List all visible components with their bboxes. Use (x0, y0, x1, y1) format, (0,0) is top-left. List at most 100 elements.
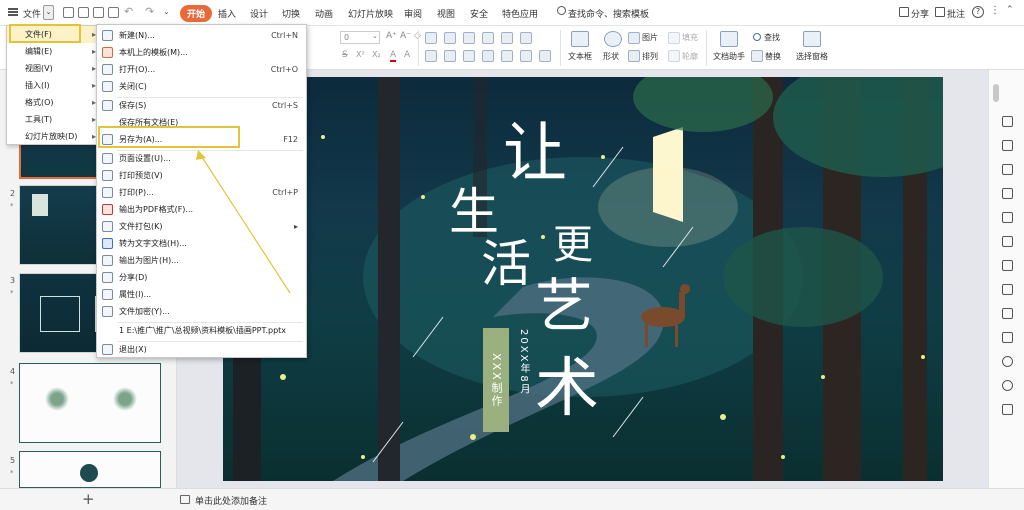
replace-icon[interactable] (751, 50, 763, 62)
command-search[interactable]: 查找命令、搜索模板 (568, 7, 649, 20)
layout-icon[interactable] (1002, 284, 1013, 295)
share-button[interactable]: 分享 (911, 7, 929, 20)
file-dropdown-toggle[interactable]: ⌄ (43, 5, 54, 20)
menu-format[interactable]: 格式(O) ▸ (7, 94, 102, 111)
align-right-icon[interactable] (463, 50, 475, 62)
undo-icon[interactable]: ↶ (124, 5, 133, 18)
tab-special-apps[interactable]: 特色应用 (502, 7, 538, 20)
bag-icon[interactable] (1002, 404, 1013, 415)
doc-assistant-button[interactable]: 文档助手 (713, 51, 745, 62)
redo-icon[interactable]: ↷ (145, 5, 154, 18)
find-button[interactable]: 查找 (764, 32, 780, 43)
increase-indent-icon[interactable] (482, 32, 494, 44)
outline-button[interactable]: 轮廓 (682, 51, 698, 62)
adjust-icon[interactable] (1002, 212, 1013, 223)
replace-button[interactable]: 替换 (765, 51, 781, 62)
tab-security[interactable]: 安全 (470, 7, 488, 20)
menu-item-new[interactable]: 新建(N)... Ctrl+N (97, 27, 306, 44)
print-icon[interactable] (93, 7, 104, 18)
line-spacing-icon[interactable] (501, 32, 513, 44)
doc-assistant-icon[interactable] (720, 31, 738, 47)
menu-slideshow[interactable]: 幻灯片放映(D) ▸ (7, 128, 102, 145)
data-icon[interactable] (1002, 236, 1013, 247)
align-center-icon[interactable] (444, 50, 456, 62)
font-color-icon[interactable]: A (390, 50, 397, 62)
menu-item-exit[interactable]: 退出(X) (97, 341, 306, 358)
menu-item-local-template[interactable]: 本机上的模板(M)... (97, 44, 306, 61)
shape-button[interactable]: 形状 (603, 51, 619, 62)
superscript-icon[interactable]: X² (356, 50, 365, 59)
menu-tools[interactable]: 工具(T) ▸ (7, 111, 102, 128)
cursor-tool-icon[interactable] (1002, 116, 1013, 127)
menu-item-save[interactable]: 保存(S) Ctrl+S (97, 97, 306, 114)
menu-item-open[interactable]: 打开(O)... Ctrl+O (97, 61, 306, 78)
arrange-button[interactable]: 排列 (642, 51, 658, 62)
outline-icon[interactable] (668, 50, 680, 62)
fill-icon[interactable] (668, 32, 680, 44)
slide-thumbnail-4[interactable] (19, 363, 161, 443)
menu-insert[interactable]: 插入(I) ▸ (7, 77, 102, 94)
quick-access-more-icon[interactable]: ⌄ (163, 7, 170, 16)
rotate-icon[interactable] (1002, 380, 1013, 391)
select-pane-button[interactable]: 选择窗格 (796, 51, 828, 62)
comment-icon[interactable] (935, 7, 945, 17)
justify-icon[interactable] (482, 50, 494, 62)
text-direction-icon[interactable] (520, 32, 532, 44)
share-out-icon[interactable] (1002, 260, 1013, 271)
add-slide-button[interactable]: + (82, 490, 95, 508)
decrease-indent-icon[interactable] (463, 32, 475, 44)
tab-transition[interactable]: 切换 (282, 7, 300, 20)
collapse-ribbon-icon[interactable]: ⌃ (1006, 5, 1014, 15)
distribute-icon[interactable] (501, 50, 513, 62)
align-left-icon[interactable] (425, 50, 437, 62)
save-icon[interactable] (63, 7, 74, 18)
tab-animation[interactable]: 动画 (315, 7, 333, 20)
tab-insert[interactable]: 插入 (218, 7, 236, 20)
shrink-font-icon[interactable]: A⁻ (400, 31, 411, 41)
tab-home[interactable]: 开始 (180, 5, 213, 22)
copy-icon[interactable] (1002, 140, 1013, 151)
file-menu-button[interactable]: 文件 (23, 7, 41, 20)
tab-design[interactable]: 设计 (250, 7, 268, 20)
search-icon[interactable] (557, 6, 566, 15)
menu-item-recent-file[interactable]: 1 E:\推广\推广\总视频\资料模板\插画PPT.pptx (97, 322, 306, 339)
tab-slideshow[interactable]: 幻灯片放映 (348, 7, 393, 20)
export-icon[interactable] (78, 7, 89, 18)
select-pane-icon[interactable] (803, 31, 821, 47)
paint-bucket-icon[interactable] (1002, 164, 1013, 175)
slide-thumbnail-5[interactable] (19, 451, 161, 488)
history-icon[interactable] (1002, 356, 1013, 367)
shape-icon[interactable] (604, 31, 622, 47)
columns-icon[interactable] (520, 50, 532, 62)
tab-view[interactable]: 视图 (437, 7, 455, 20)
find-icon[interactable] (753, 33, 761, 41)
text-effect-icon[interactable]: A (404, 50, 410, 60)
main-slide[interactable]: 让 生 活 更 艺 术 XXX制作 20XX年8月 (223, 77, 943, 481)
comment-button[interactable]: 批注 (947, 7, 965, 20)
tab-review[interactable]: 审阅 (404, 7, 422, 20)
picture-icon[interactable] (628, 32, 640, 44)
grow-font-icon[interactable]: A⁺ (386, 31, 397, 41)
textbox-icon[interactable] (571, 31, 589, 47)
bullet-list-icon[interactable] (425, 32, 437, 44)
arrange-icon[interactable] (628, 50, 640, 62)
more-icon[interactable]: ⋮ (990, 5, 1000, 16)
textbox-button[interactable]: 文本框 (568, 51, 592, 62)
share-icon[interactable] (899, 7, 909, 17)
font-size-dropdown-icon[interactable]: ⌄ (372, 32, 378, 40)
numbered-list-icon[interactable] (444, 32, 456, 44)
subscript-icon[interactable]: X₂ (372, 50, 381, 59)
grid-icon[interactable] (1002, 188, 1013, 199)
audio-icon[interactable] (1002, 332, 1013, 343)
notes-input[interactable]: 单击此处添加备注 (195, 494, 267, 507)
strikethrough-icon[interactable]: S (342, 50, 348, 60)
help-icon[interactable]: ? (972, 6, 984, 18)
vertical-scrollbar[interactable] (993, 84, 999, 102)
menu-edit[interactable]: 编辑(E) ▸ (7, 43, 102, 60)
fill-button[interactable]: 填充 (682, 32, 698, 43)
picture-button[interactable]: 图片 (642, 32, 658, 43)
menu-item-encrypt[interactable]: 文件加密(Y)... (97, 303, 306, 320)
preview-icon[interactable] (108, 7, 119, 18)
image-icon[interactable] (1002, 308, 1013, 319)
menu-item-close[interactable]: 关闭(C) (97, 78, 306, 95)
